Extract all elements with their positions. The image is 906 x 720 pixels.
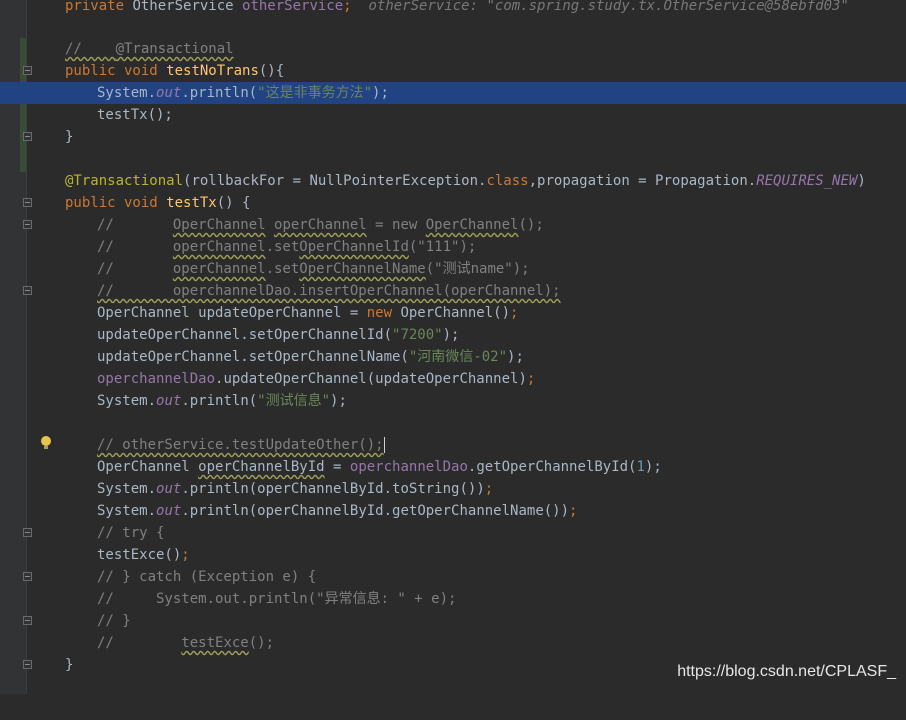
code-line[interactable]: }	[0, 126, 906, 148]
code-line[interactable]: // operchannelDao.insertOperChannel(oper…	[0, 280, 906, 302]
code-line[interactable]: System.out.println(operChannelById.toStr…	[0, 478, 906, 500]
code-line[interactable]: // @Transactional	[0, 38, 906, 60]
code-line[interactable]: public void testTx() {	[0, 192, 906, 214]
debug-value-hint: otherService: "com.spring.study.tx.Other…	[351, 0, 849, 14]
code-line[interactable]: updateOperChannel.setOperChannelId("7200…	[0, 324, 906, 346]
code-line[interactable]: // } catch (Exception e) {	[0, 566, 906, 588]
code-line[interactable]: // OperChannel operChannel = new OperCha…	[0, 214, 906, 236]
text-caret	[383, 437, 385, 453]
code-line[interactable]: @Transactional(rollbackFor = NullPointer…	[0, 170, 906, 192]
code-line[interactable]: // operChannel.setOperChannelId("111");	[0, 236, 906, 258]
code-line[interactable]: private OtherService otherService; other…	[0, 0, 906, 17]
code-line[interactable]: public void testNoTrans(){	[0, 60, 906, 82]
code-line[interactable]: // testExce();	[0, 632, 906, 654]
watermark: https://blog.csdn.net/CPLASF_	[677, 663, 896, 680]
code-line[interactable]: System.out.println(operChannelById.getOp…	[0, 500, 906, 522]
code-line[interactable]: testTx();	[0, 104, 906, 126]
code-line[interactable]: // operChannel.setOperChannelName("测试nam…	[0, 258, 906, 280]
code-line[interactable]: // System.out.println("异常信息: " + e);	[0, 588, 906, 610]
code-line[interactable]: operchannelDao.updateOperChannel(updateO…	[0, 368, 906, 390]
code-line-breakpoint[interactable]: System.out.println("这是非事务方法");	[0, 82, 906, 104]
code-line[interactable]: OperChannel updateOperChannel = new Oper…	[0, 302, 906, 324]
code-line[interactable]: // }	[0, 610, 906, 632]
code-line[interactable]: System.out.println("测试信息");	[0, 390, 906, 412]
code-line[interactable]: // otherService.testUpdateOther();	[0, 434, 906, 456]
code-line[interactable]: testExce();	[0, 544, 906, 566]
code-line[interactable]: OperChannel operChannelById = operchanne…	[0, 456, 906, 478]
code-line[interactable]: updateOperChannel.setOperChannelName("河南…	[0, 346, 906, 368]
code-line[interactable]: // try {	[0, 522, 906, 544]
